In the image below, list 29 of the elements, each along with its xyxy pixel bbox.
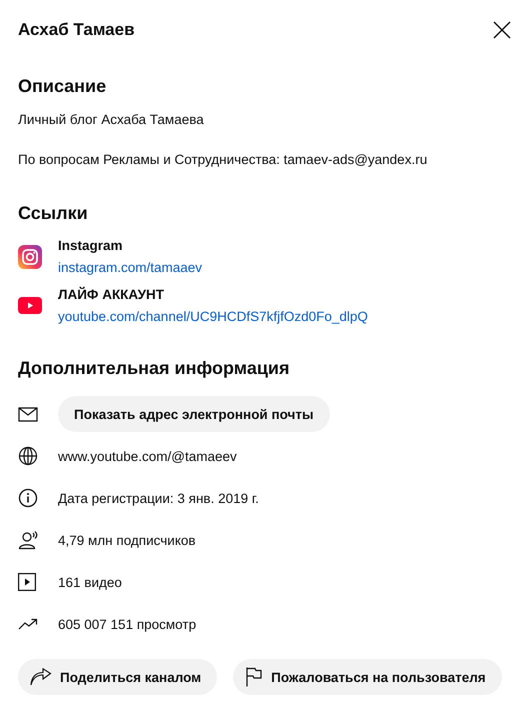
- link-url[interactable]: instagram.com/tamaaev: [58, 260, 202, 275]
- person-icon: [18, 530, 40, 550]
- section-heading: Дополнительная информация: [18, 358, 290, 379]
- trend-icon: [18, 618, 38, 630]
- flag-icon: [245, 667, 264, 687]
- dialog-title: Асхаб Тамаев: [18, 20, 135, 40]
- info-text: 4,79 млн подписчиков: [58, 532, 196, 548]
- info-text: Дата регистрации: 3 янв. 2019 г.: [58, 490, 259, 506]
- camera-icon: [18, 244, 42, 268]
- share-button[interactable]: Поделиться каналом: [18, 659, 218, 695]
- info-text: 161 видео: [58, 574, 122, 590]
- info-text: www.youtube.com/@tamaeev: [58, 448, 237, 464]
- link-url[interactable]: youtube.com/channel/UC9HCDfS7kfjfOzd0Fo_dlpQ: [58, 309, 368, 324]
- close-button[interactable]: [492, 20, 512, 40]
- description-text: По вопросам Рекламы и Сотрудничества: tamaev-ads@yandex.ru: [18, 151, 428, 169]
- show-email-button[interactable]: Показать адрес электронной почты: [58, 396, 330, 432]
- link-title: ЛАЙФ АККАУНТ: [58, 287, 166, 302]
- section-heading: Ссылки: [18, 203, 89, 224]
- section-heading: Описание: [18, 76, 108, 97]
- globe-icon: [18, 446, 38, 466]
- share-icon: [30, 668, 52, 686]
- description-text: Личный блог Асхаба Тамаева: [18, 111, 205, 129]
- report-button[interactable]: Пожаловаться на пользователя: [233, 659, 502, 695]
- info-text: 605 007 151 просмотр: [58, 616, 196, 632]
- play-icon: [18, 297, 42, 314]
- link-title: Instagram: [58, 238, 124, 253]
- envelope-icon: [18, 406, 38, 422]
- video-icon: [18, 573, 36, 591]
- info-icon: [18, 488, 38, 508]
